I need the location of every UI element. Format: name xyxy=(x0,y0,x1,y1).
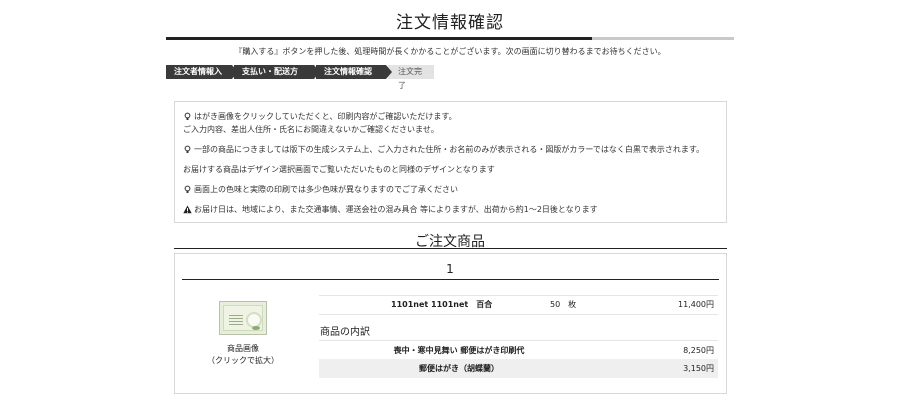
lightbulb-icon xyxy=(183,112,192,121)
product-quantity: 50 枚 xyxy=(550,300,577,309)
lightbulb-icon xyxy=(183,145,192,154)
info-line-bw-display: 一部の商品につきましては版下の生成システム上、ご入力された住所・お名前のみが表示… xyxy=(183,144,704,155)
section-divider xyxy=(174,248,727,249)
product-row: 1101net 1101net 百合 50 枚 11,400円 xyxy=(319,295,718,315)
postcard-image xyxy=(223,305,263,331)
thumbnail-caption: 商品画像 （クリックで拡大） xyxy=(193,343,293,367)
breakdown-amount: 3,150円 xyxy=(683,364,714,373)
breakdown-label: 郵便はがき（胡蝶蘭） xyxy=(419,364,499,373)
info-line-check-input: ご入力内容、差出人住所・氏名にお間違えないかご確認くださいませ。 xyxy=(183,125,439,134)
step-order-complete: 注文完了 xyxy=(388,65,434,90)
breakdown-title: 商品の内訳 xyxy=(320,327,370,338)
info-box: はがき画像をクリックしていただくと、印刷内容がご確認いただけます。 ご入力内容、… xyxy=(174,101,727,223)
info-line-preview: はがき画像をクリックしていただくと、印刷内容がご確認いただけます。 xyxy=(183,111,457,122)
step-customer-info: 注文者情報入力 xyxy=(166,65,238,90)
item-number: 1 xyxy=(446,262,454,276)
warning-icon xyxy=(183,205,192,214)
breakdown-row: 喪中・寒中見舞い 郵便はがき印刷代 8,250円 xyxy=(319,340,718,359)
breakdown-amount: 8,250円 xyxy=(683,346,714,355)
processing-notice: 『購入する』ボタンを押した後、処理時間が長くかかることがございます。次の画面に切… xyxy=(234,47,666,56)
thumbnail-caption-title: 商品画像 xyxy=(227,344,259,353)
item-divider xyxy=(182,279,719,280)
lightbulb-icon xyxy=(183,185,192,194)
lily-flower-image xyxy=(248,314,260,326)
info-line-color-difference: 画面上の色味と実際の印刷では多少色味が異なりますのでご了承ください xyxy=(183,184,458,195)
step-payment-shipping: 支払い・配送方法 xyxy=(234,65,320,90)
thumbnail-caption-hint: （クリックで拡大） xyxy=(207,356,279,365)
postcard-thumbnail[interactable] xyxy=(219,301,267,335)
breakdown-row: 郵便はがき（胡蝶蘭） 3,150円 xyxy=(319,359,718,378)
info-line-same-design: お届けする商品はデザイン選択画面でご覧いただいたものと同様のデザインとなります xyxy=(183,165,495,174)
breakdown-label: 喪中・寒中見舞い 郵便はがき印刷代 xyxy=(393,346,525,355)
checkout-steps: 注文者情報入力 支払い・配送方法 注文情報確認 注文完了 xyxy=(166,65,436,90)
step-order-confirm: 注文情報確認 xyxy=(316,65,392,79)
product-name: 1101net 1101net 百合 xyxy=(391,300,493,309)
info-line-delivery-date: お届け日は、地域により、また交通事情、運送会社の混み具合 等によりますが、出荷か… xyxy=(183,204,598,215)
progress-bar-fill xyxy=(166,37,592,40)
progress-bar xyxy=(166,37,734,40)
product-price: 11,400円 xyxy=(678,300,714,309)
page-title: 注文情報確認 xyxy=(396,13,504,33)
